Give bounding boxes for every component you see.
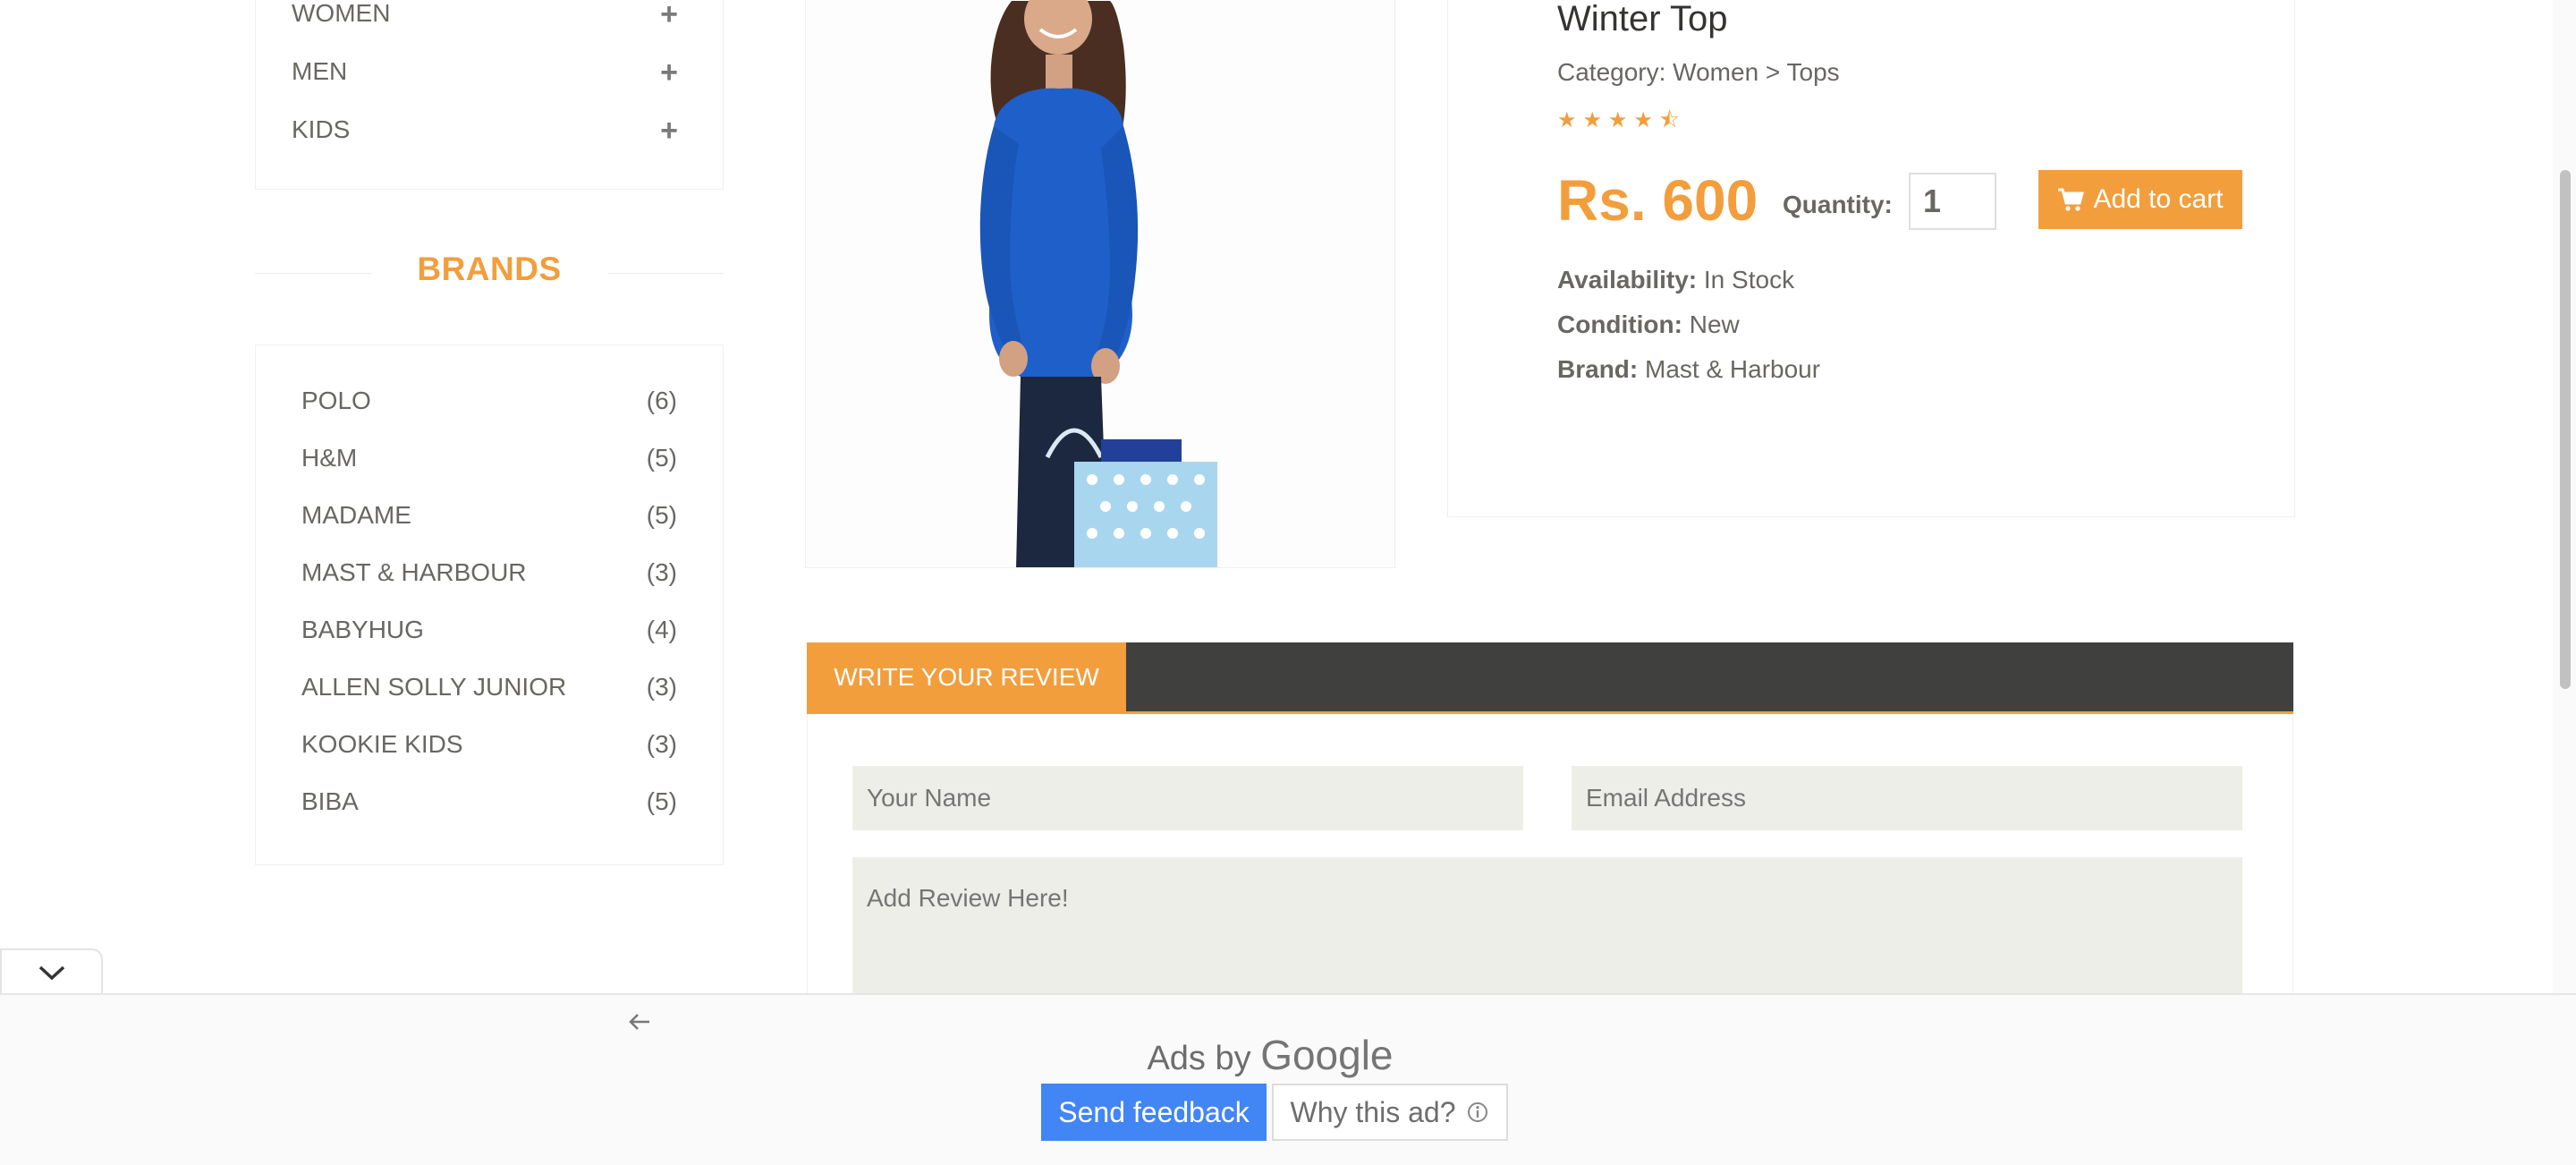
- brands-heading: BRANDS: [255, 251, 724, 295]
- tab-write-review[interactable]: WRITE YOUR REVIEW: [807, 642, 1126, 711]
- google-logo: Google: [1260, 1032, 1394, 1078]
- brand-name: ALLEN SOLLY JUNIOR: [301, 673, 567, 701]
- brand-item-biba[interactable]: BIBA (5): [301, 787, 677, 823]
- availability-value: In Stock: [1697, 266, 1795, 293]
- product-category: Category: Women > Tops: [1557, 58, 1840, 86]
- brand-count: (5): [646, 787, 677, 815]
- review-form: [807, 714, 2293, 1000]
- ad-collapse-toggle[interactable]: [0, 948, 103, 995]
- scrollbar-thumb[interactable]: [2560, 170, 2571, 689]
- brand-row: Brand: Mast & Harbour: [1557, 355, 1820, 384]
- brand-count: (4): [646, 616, 677, 643]
- brand-item-polo[interactable]: POLO (6): [301, 387, 677, 422]
- condition-row: Condition: New: [1557, 310, 1740, 339]
- condition-value: New: [1682, 310, 1740, 338]
- quantity-input[interactable]: [1909, 173, 1996, 230]
- category-label: KIDS: [292, 115, 351, 143]
- brand-count: (3): [646, 730, 677, 758]
- category-panel: WOMEN + MEN + KIDS +: [255, 0, 724, 190]
- why-this-ad-label: Why this ad?: [1290, 1095, 1456, 1128]
- category-label: WOMEN: [292, 0, 391, 27]
- brands-title: BRANDS: [417, 251, 562, 287]
- brand-item-hm[interactable]: H&M (5): [301, 444, 677, 480]
- brand-count: (3): [646, 558, 677, 586]
- send-feedback-button[interactable]: Send feedback: [1041, 1084, 1267, 1141]
- add-to-cart-button[interactable]: Add to cart: [2038, 170, 2242, 229]
- review-textarea[interactable]: [852, 857, 2242, 1000]
- availability-row: Availability: In Stock: [1557, 266, 1794, 294]
- ads-by-google: Ads by Google: [0, 1031, 2540, 1079]
- brand-name: POLO: [301, 387, 371, 414]
- info-icon: [1468, 1102, 1488, 1122]
- category-men[interactable]: MEN +: [292, 55, 678, 93]
- brand-name: BABYHUG: [301, 616, 424, 643]
- brand-item-allen-solly-junior[interactable]: ALLEN SOLLY JUNIOR (3): [301, 673, 677, 709]
- category-kids[interactable]: KIDS +: [292, 114, 678, 151]
- brand-item-madame[interactable]: MADAME (5): [301, 501, 677, 537]
- expand-plus-icon[interactable]: +: [660, 0, 678, 32]
- shopping-cart-icon: [2058, 188, 2085, 211]
- ads-by-text: Ads by: [1147, 1040, 1261, 1077]
- why-this-ad-button[interactable]: Why this ad?: [1272, 1084, 1508, 1141]
- brand-name: BIBA: [301, 787, 359, 815]
- brand-count: (5): [646, 444, 677, 472]
- brand-value: Mast & Harbour: [1638, 355, 1821, 383]
- brand-name: MADAME: [301, 501, 411, 529]
- ad-banner: Ads by Google Send feedback Why this ad?: [0, 993, 2576, 1165]
- availability-label: Availability:: [1557, 266, 1698, 293]
- brands-panel: POLO (6) H&M (5) MADAME (5) MAST & HARBO…: [255, 344, 724, 865]
- brand-name: MAST & HARBOUR: [301, 558, 527, 586]
- brand-item-mast-harbour[interactable]: MAST & HARBOUR (3): [301, 558, 677, 594]
- brand-name: H&M: [301, 444, 358, 472]
- condition-label: Condition:: [1557, 310, 1682, 338]
- brand-label: Brand:: [1557, 355, 1639, 383]
- brand-name: KOOKIE KIDS: [301, 730, 463, 758]
- expand-plus-icon[interactable]: +: [660, 55, 678, 90]
- page-scrollbar[interactable]: [2553, 0, 2576, 993]
- email-address-input[interactable]: [1572, 766, 2242, 830]
- expand-plus-icon[interactable]: +: [660, 114, 678, 149]
- product-title: Winter Top: [1557, 0, 1728, 38]
- product-image: [805, 0, 1395, 568]
- star-rating-icon: ★★★★⯪: [1557, 108, 1686, 132]
- add-to-cart-label: Add to cart: [2093, 184, 2224, 214]
- brand-item-kookie-kids[interactable]: KOOKIE KIDS (3): [301, 730, 677, 766]
- product-photo-illustration: [979, 0, 1217, 567]
- category-label: MEN: [292, 57, 348, 85]
- your-name-input[interactable]: [852, 766, 1523, 830]
- brand-count: (3): [646, 673, 677, 701]
- brand-count: (5): [646, 501, 677, 529]
- quantity-label: Quantity:: [1783, 191, 1893, 218]
- category-women[interactable]: WOMEN +: [292, 0, 678, 35]
- brand-item-babyhug[interactable]: BABYHUG (4): [301, 616, 677, 651]
- product-details: Winter Top Category: Women > Tops ★★★★⯪ …: [1447, 0, 2295, 517]
- chevron-down-icon: [38, 965, 64, 981]
- product-price: Rs. 600: [1557, 168, 1758, 233]
- review-tab-bar: WRITE YOUR REVIEW: [807, 642, 2293, 714]
- brand-count: (6): [646, 387, 677, 414]
